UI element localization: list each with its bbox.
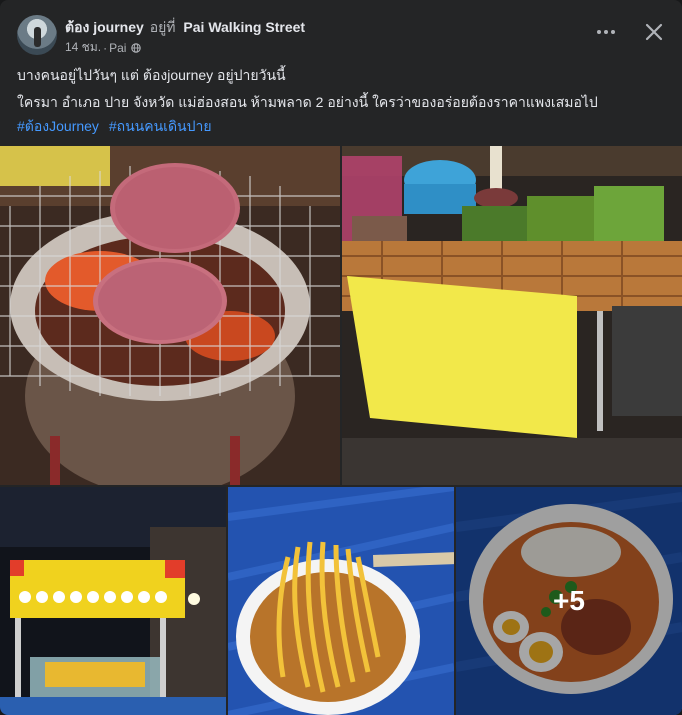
photo-noodles-chopsticks[interactable]: [228, 487, 454, 715]
hashtag-link[interactable]: #ต้องJourney: [17, 118, 99, 134]
more-photos-count: +5: [553, 585, 585, 616]
hashtags: #ต้องJourney #ถนนคนเดินปาย: [17, 116, 218, 138]
author-avatar[interactable]: [17, 15, 57, 55]
post-text: บางคนอยู่ไปวันๆ แต่ ต้องjourney อยู่ปายว…: [17, 66, 665, 120]
post-text-line-2: ใครมา อำเภอ ปาย จังหวัด แม่ฮ่องสอน ห้ามพ…: [17, 94, 598, 110]
hashtag-link[interactable]: #ถนนคนเดินปาย: [109, 118, 212, 134]
author-line: ต้อง journey อยู่ที่ Pai Walking Street: [65, 17, 305, 39]
photo-black-sticky-rice-stall[interactable]: [342, 146, 682, 485]
photo-grilled-rice-crackers[interactable]: [0, 146, 340, 485]
photo-grid: +5: [0, 146, 682, 715]
post-text-line-1: บางคนอยู่ไปวันๆ แต่ ต้องjourney อยู่ปายว…: [17, 67, 286, 83]
place-tag: Pai: [109, 40, 127, 55]
post-header: ต้อง journey อยู่ที่ Pai Walking Street …: [17, 15, 665, 59]
at-label: อยู่ที่: [149, 19, 176, 35]
post-time[interactable]: 14 ชม.: [65, 38, 101, 57]
post-meta: 14 ชม. · Pai: [65, 38, 142, 57]
globe-icon: [131, 42, 142, 53]
meta-separator: ·: [103, 40, 108, 55]
photo-noodle-shop[interactable]: [0, 487, 226, 715]
more-horizontal-icon: [597, 30, 615, 34]
photo-noodle-bowl-more[interactable]: +5: [456, 487, 682, 715]
close-icon: [645, 23, 663, 41]
location-link[interactable]: Pai Walking Street: [183, 19, 305, 35]
more-options-button[interactable]: [595, 21, 617, 43]
close-button[interactable]: [643, 21, 665, 43]
post-card: ต้อง journey อยู่ที่ Pai Walking Street …: [0, 0, 682, 715]
more-photos-overlay[interactable]: +5: [456, 487, 682, 715]
author-name[interactable]: ต้อง journey: [65, 19, 144, 35]
